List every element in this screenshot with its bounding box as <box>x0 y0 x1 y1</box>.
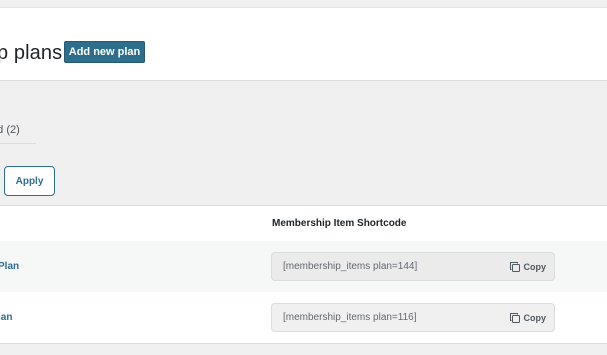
add-new-plan-button[interactable]: Add new plan <box>64 41 145 63</box>
shortcode-field[interactable]: [membership_items plan=116] Copy <box>271 303 555 332</box>
plans-table: Membership Item Shortcode Plan [membersh… <box>0 205 607 345</box>
column-header-shortcode[interactable]: Membership Item Shortcode <box>272 218 406 229</box>
filter-label: ed <box>0 124 4 136</box>
page-header: p plans Add new plan <box>0 8 607 81</box>
copy-icon <box>509 262 520 272</box>
table-row: Plan [membership_items plan=144] Copy <box>0 241 607 292</box>
apply-button[interactable]: Apply <box>4 166 55 196</box>
status-filter-all[interactable]: ed (2) <box>0 124 36 144</box>
page-bottom <box>0 345 607 355</box>
shortcode-text: [membership_items plan=144] <box>283 261 418 272</box>
shortcode-field[interactable]: [membership_items plan=144] Copy <box>271 252 555 281</box>
filter-count: (2) <box>6 124 20 136</box>
table-row: lan [membership_items plan=116] Copy <box>0 292 607 344</box>
shortcode-text: [membership_items plan=116] <box>283 312 417 323</box>
top-strip <box>0 0 607 8</box>
copy-label: Copy <box>523 313 547 323</box>
plan-name-link[interactable]: Plan <box>0 261 19 272</box>
copy-icon <box>509 313 520 323</box>
copy-label: Copy <box>523 262 547 272</box>
plan-name-link[interactable]: lan <box>0 312 12 323</box>
table-header: Membership Item Shortcode <box>0 205 607 241</box>
copy-shortcode-button[interactable]: Copy <box>509 260 547 274</box>
page-title: p plans <box>0 42 63 64</box>
copy-shortcode-button[interactable]: Copy <box>509 311 547 325</box>
